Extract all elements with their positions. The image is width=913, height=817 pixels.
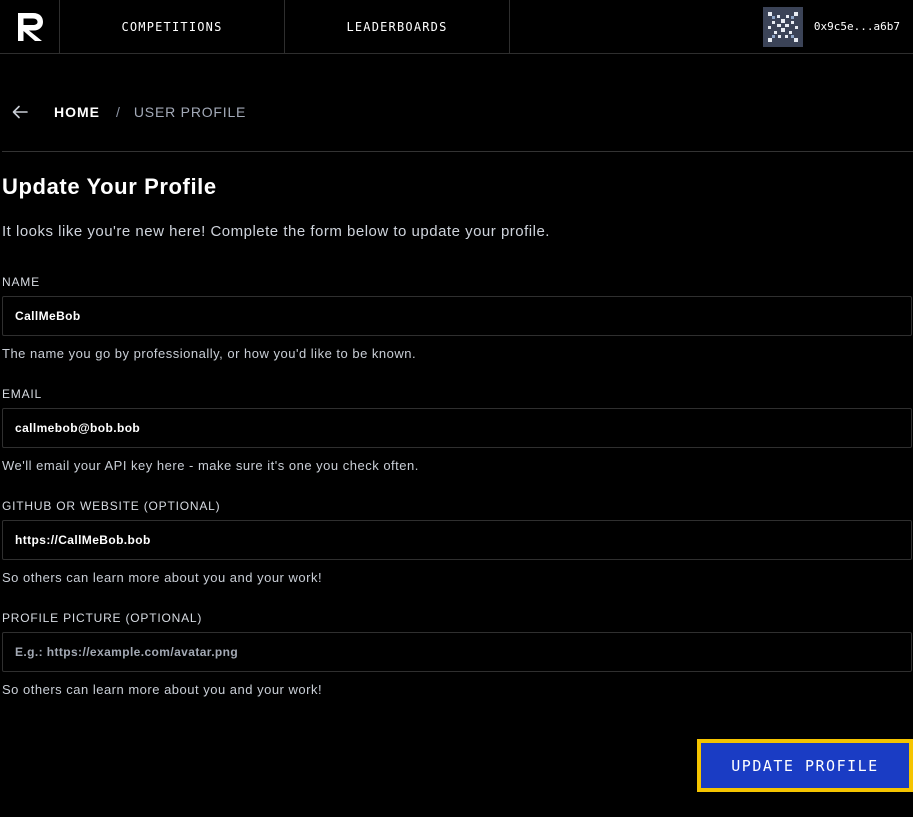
nav-leaderboards[interactable]: LEADERBOARDS <box>285 0 510 53</box>
back-button[interactable] <box>10 102 30 122</box>
email-help-text: We'll email your API key here - make sur… <box>2 458 419 473</box>
top-navbar: COMPETITIONS LEADERBOARDS 0x9c5e...a6b7 <box>0 0 913 54</box>
breadcrumb-current: USER PROFILE <box>133 104 247 120</box>
name-input[interactable] <box>2 296 912 336</box>
name-help-text: The name you go by professionally, or ho… <box>2 346 417 361</box>
wallet-address: 0x9c5e...a6b7 <box>813 20 900 33</box>
profile-picture-label: PROFILE PICTURE (OPTIONAL) <box>2 611 203 625</box>
profile-picture-help-text: So others can learn more about you and y… <box>2 682 323 697</box>
update-profile-button[interactable]: UPDATE PROFILE <box>697 739 913 792</box>
name-label: NAME <box>2 275 40 289</box>
breadcrumb: HOME / USER PROFILE <box>0 95 246 129</box>
divider <box>2 151 913 152</box>
breadcrumb-home[interactable]: HOME <box>54 104 100 120</box>
website-input[interactable] <box>2 520 912 560</box>
breadcrumb-separator: / <box>116 104 120 120</box>
wallet-avatar-icon <box>762 6 803 47</box>
profile-picture-input[interactable] <box>2 632 912 672</box>
logo-icon <box>17 12 43 41</box>
nav-competitions[interactable]: COMPETITIONS <box>60 0 285 53</box>
wallet-button[interactable]: 0x9c5e...a6b7 <box>762 0 913 53</box>
arrow-left-icon <box>12 105 28 119</box>
website-help-text: So others can learn more about you and y… <box>2 570 323 585</box>
email-label: EMAIL <box>2 387 43 401</box>
page-subtitle: It looks like you're new here! Complete … <box>2 223 550 240</box>
email-input[interactable] <box>2 408 912 448</box>
page-title: Update Your Profile <box>2 174 217 199</box>
website-label: GITHUB OR WEBSITE (OPTIONAL) <box>2 499 221 513</box>
logo-link[interactable] <box>0 0 60 53</box>
